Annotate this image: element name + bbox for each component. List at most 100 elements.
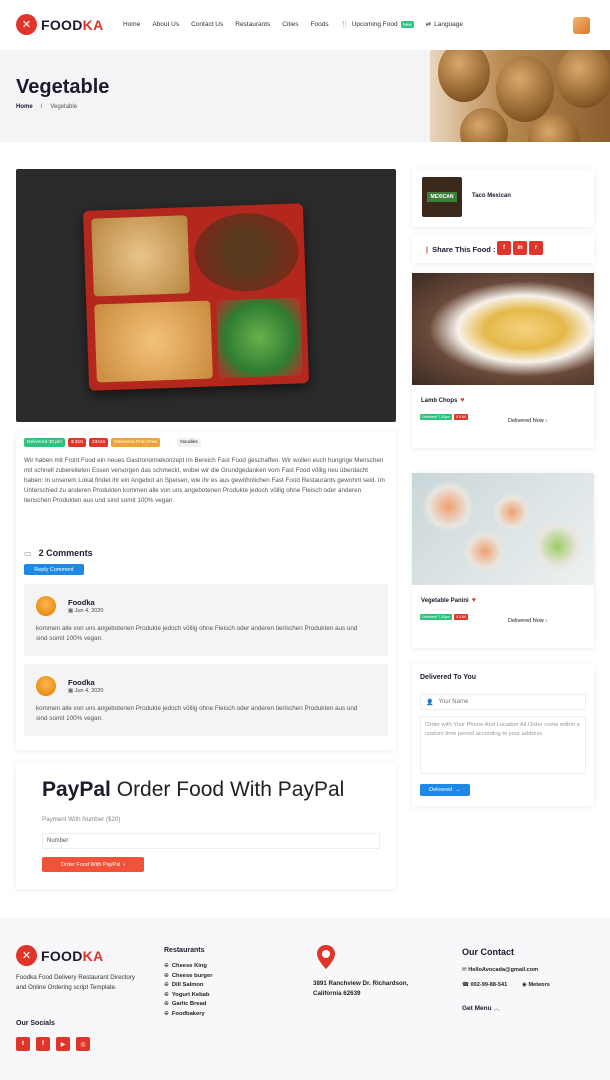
chevron-right-icon: › [545,418,548,424]
footer-logo[interactable]: ✕ FOODKA [16,945,103,966]
food-image-spaghetti [412,273,594,385]
breadcrumb-current: Vegetable [50,104,78,110]
nav-contact[interactable]: Contact Us [191,20,223,28]
nav-foods[interactable]: Foods [311,20,329,28]
comment-date: ▦ Jun 4, 2020 [68,688,104,694]
footer-restaurant-link[interactable]: Cheese burger [164,972,213,982]
footer-email[interactable]: ✉ HelloAvocada@gmail.com [462,967,538,973]
restaurant-name[interactable]: Taco Mexican [472,193,511,199]
reddit-icon[interactable]: r [529,241,543,255]
chevron-right-icon: › [123,861,126,868]
page-banner: Vegetable Home / Vegetable [0,50,610,142]
footer-restaurant-link[interactable]: Cheese King [164,962,212,972]
nav-home[interactable]: Home [123,20,140,28]
nav-language[interactable]: ⇄ Language [425,20,463,29]
share-card: | Share This Food : f in r [412,235,594,263]
name-input[interactable]: 👤 Your Name [420,694,586,710]
comment-text: kommen alle von uns angebotenen Produkte… [36,625,358,642]
paypal-label: Payment With Number ($20) [42,816,121,823]
paypal-order-card: PayPal Order Food With PayPal Payment Wi… [16,762,396,889]
order-paypal-button[interactable]: Order Food With PayPal › [42,857,144,872]
phone-icon: ☎ [462,982,471,988]
tag-prime: Delivered Prim-Free [111,438,161,447]
footer-address: 3891 Ranchview Dr. Richardson, Californi… [313,980,409,997]
chevron-right-icon: › [545,618,548,624]
food-card[interactable]: Vegetable Panini ♥ Delivered 7.30pm $ 3.6… [412,473,594,648]
get-menu-link[interactable]: Get Menu ︿ [462,1002,500,1012]
paypal-title: PayPal Order Food With PayPal [42,778,345,801]
footer-restaurant-link[interactable]: Yogurt Kebab [164,991,212,1001]
breadcrumb-home[interactable]: Home [16,104,33,110]
food-card[interactable]: Lamb Chops ♥ Delivered 7.30pm $ 5.60 Deli… [412,273,594,448]
linkedin-icon[interactable]: in [513,241,527,255]
translate-icon: ⇄ [425,21,432,28]
footer-phone[interactable]: ☎ 002-99-88-541 [462,982,507,988]
comment-item: Foodka ▦ Jun 4, 2020 kommen alle von uns… [24,664,388,736]
instagram-icon[interactable]: ◎ [76,1037,90,1051]
footer-restaurant-link[interactable]: Foodbakery [164,1010,212,1020]
footer-restaurants-title: Restaurants [164,947,205,954]
footer-socials-title: Our Socials [16,1020,55,1027]
comment-date: ▦ Jun 4, 2020 [68,608,104,614]
footer-meteors[interactable]: ◉ Meteors [522,982,550,988]
paypal-number-input[interactable]: Number [42,833,380,849]
delivered-now-link[interactable]: Delivered Now › [508,618,547,624]
avatar [36,676,56,696]
comment-item: Foodka ▦ Jun 4, 2020 kommen alle von uns… [24,584,388,656]
user-icon: 👤 [426,699,434,706]
page-title: Vegetable [16,76,110,98]
header: ✕ FOODKA Home About Us Contact Us Restau… [0,0,610,50]
food-description: Wir haben mit Front Food ein neues Gastr… [24,457,385,504]
banner-spoons-image [430,50,610,142]
location-pin-icon [317,945,335,969]
main-nav: Home About Us Contact Us Restaurants Cit… [123,20,463,28]
footer-contact-title: Our Contact [462,947,515,957]
divider-bar-icon: | [426,245,429,254]
delivered-now-link[interactable]: Delivered Now › [508,418,547,424]
facebook-icon[interactable]: f [497,241,511,255]
footer-description: Foodka Food Delivery Restaurant Director… [16,974,135,991]
message-textarea[interactable]: Order with Your Phone And Location All O… [420,716,586,774]
footer-socials: t f ▶ ◎ [16,1037,90,1051]
delivered-to-you-card: Delivered To You 👤 Your Name Order with Y… [412,664,594,806]
logo-icon: ✕ [16,14,37,35]
tag-category[interactable]: Noodles [177,438,201,447]
chevron-up-icon: ︿ [493,1005,500,1012]
comment-text: kommen alle von uns angebotenen Produkte… [36,705,358,722]
fork-knife-icon: 🍴 [340,21,349,28]
comments-heading: ▭ 2 Comments [24,548,93,558]
share-buttons: f in r [497,241,543,255]
food-tags: Delivered 30 pm $ $15 23445 Delivered Pr… [24,438,201,447]
user-avatar[interactable] [573,17,590,34]
nav-upcoming-food[interactable]: 🍴 Upcoming Food New [341,20,414,28]
tag-price: $ $15 [67,438,86,447]
nav-about[interactable]: About Us [152,20,179,28]
reply-comment-button[interactable]: Reply Comment [24,564,84,575]
food-mini-tags: Delivered 7.30pm $ 3.60 [420,614,469,620]
twitter-icon[interactable]: t [16,1037,30,1051]
food-name[interactable]: Lamb Chops ♥ [421,397,465,404]
share-label: | Share This Food : [426,245,496,254]
delivered-to-you-title: Delivered To You [420,674,477,681]
heart-icon[interactable]: ♥ [460,397,464,404]
footer-restaurant-link[interactable]: Garlic Bread [164,1000,212,1010]
nav-restaurants[interactable]: Restaurants [235,20,270,28]
nav-cities[interactable]: Cities [282,20,298,28]
avatar [36,596,56,616]
brand-logo[interactable]: ✕ FOODKA [16,14,103,35]
food-name[interactable]: Vegetable Panini ♥ [421,597,476,604]
comment-icon: ▭ [24,548,32,558]
food-mini-tags: Delivered 7.30pm $ 5.60 [420,414,469,420]
youtube-icon[interactable]: ▶ [56,1037,70,1051]
calendar-icon: ▦ [68,608,75,614]
comment-author: Foodka [68,678,95,687]
calendar-icon: ▦ [68,688,75,694]
facebook-icon[interactable]: f [36,1037,50,1051]
delivered-button[interactable]: Delivered → [420,784,470,796]
food-main-image [16,169,396,422]
breadcrumb: Home / Vegetable [16,104,78,110]
footer-restaurant-link[interactable]: Dill Salmon [164,981,212,991]
brand-name-part1: FOOD [41,16,83,33]
restaurant-card[interactable]: MEXICAN Taco Mexican [412,169,594,227]
heart-icon[interactable]: ♥ [472,597,476,604]
